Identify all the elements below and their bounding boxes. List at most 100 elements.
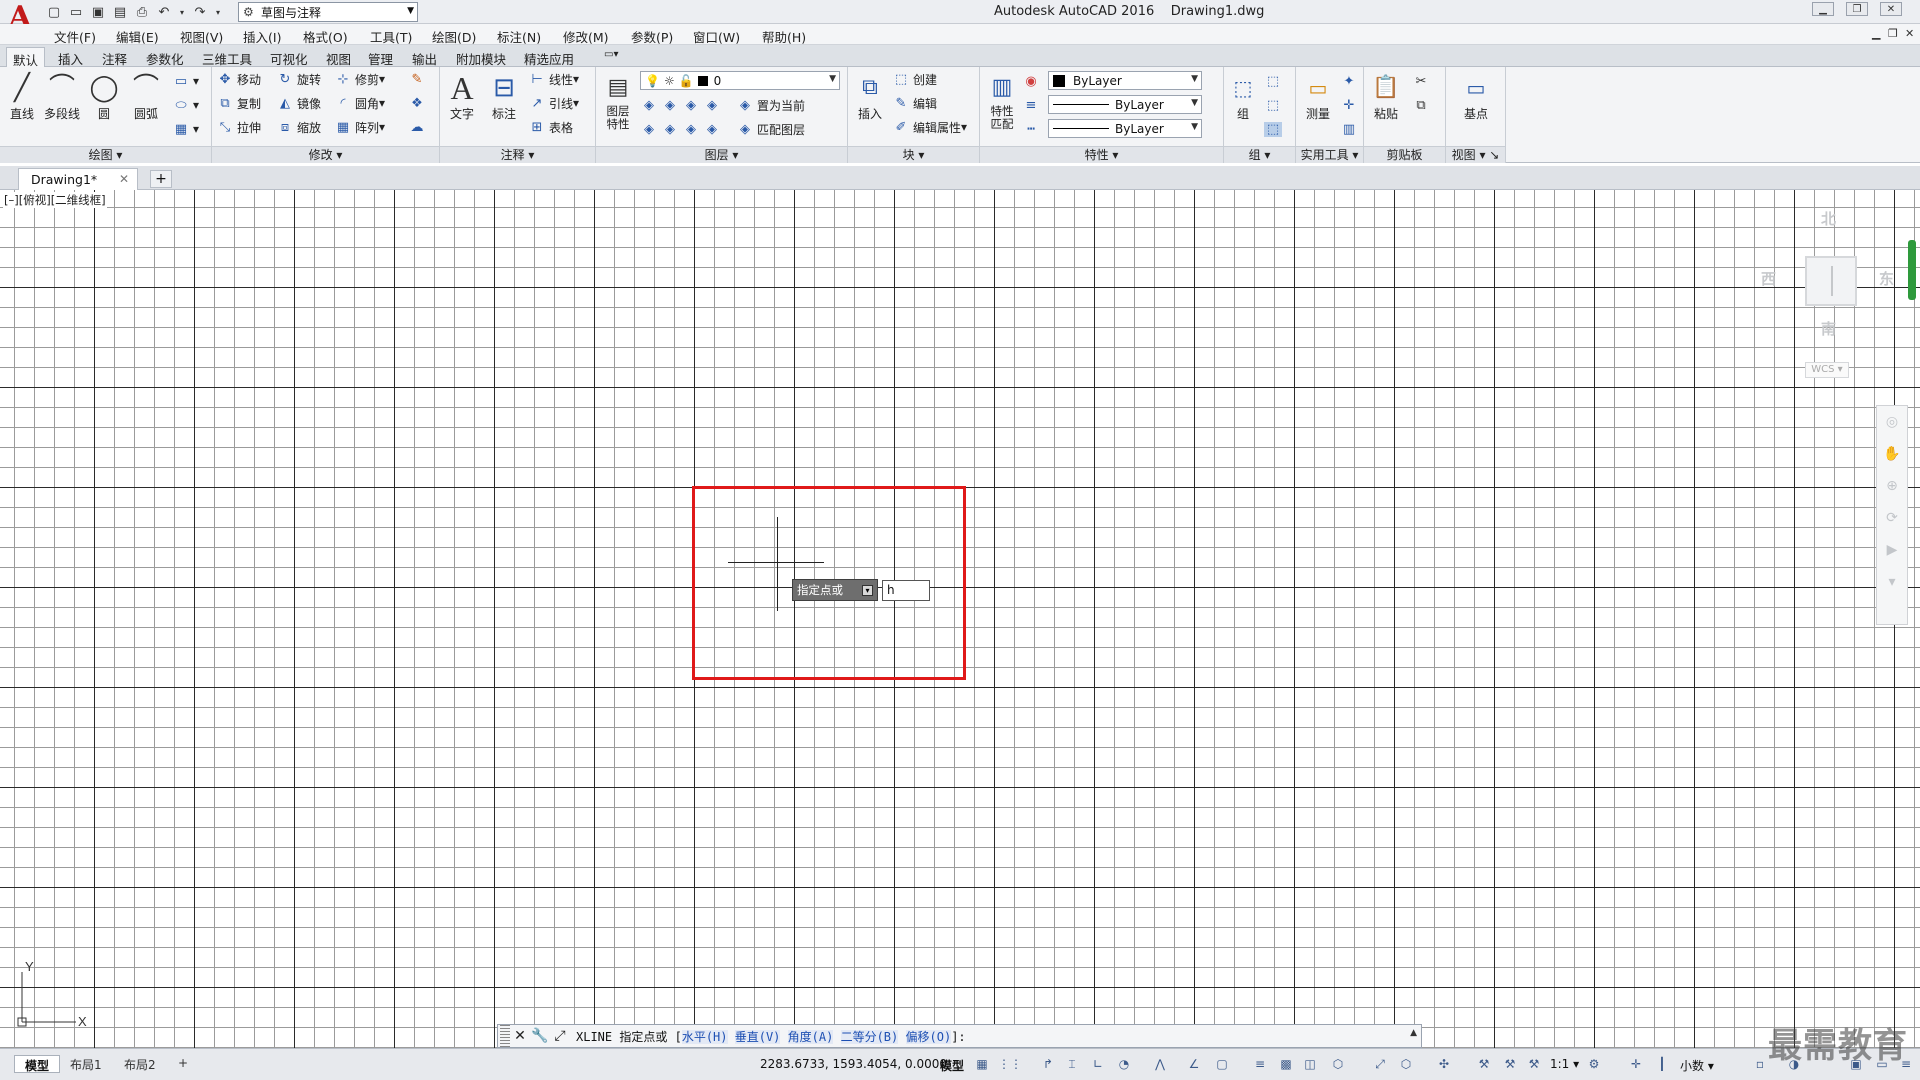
tab-parametric[interactable]: 参数化 [140, 47, 190, 67]
erase-button[interactable]: ✎ [408, 69, 429, 89]
layer-freeze-icon[interactable]: ◈ [682, 98, 700, 113]
annotation-scale-icon[interactable]: ⚒ [1526, 1056, 1542, 1072]
base-view-button[interactable]: ▭ 基点 [1456, 71, 1496, 122]
polar-icon[interactable]: ◔ [1116, 1056, 1132, 1072]
ortho-icon[interactable]: ∟ [1090, 1056, 1106, 1072]
offset-button[interactable]: ☁ [408, 117, 429, 137]
vertical-scrollbar-thumb[interactable] [1908, 240, 1916, 300]
color-dropdown[interactable]: ByLayer ▼ [1048, 71, 1202, 90]
viewcube-north[interactable]: 北 [1821, 208, 1836, 229]
dimension-button[interactable]: ⊟ 标注 [484, 71, 524, 122]
tab-annotate[interactable]: 注释 [96, 47, 133, 67]
gizmo-icon[interactable]: ✣ [1436, 1056, 1452, 1072]
steering-wheel-icon[interactable]: ◎ [1877, 406, 1907, 438]
panel-title-annotation[interactable]: 注释 ▾ [440, 146, 595, 163]
menu-modify[interactable]: 修改(M) [563, 27, 609, 46]
command-line-grip[interactable] [500, 1025, 510, 1047]
menu-edit[interactable]: 编辑(E) [116, 27, 159, 46]
tab-visualize[interactable]: 可视化 [264, 47, 314, 67]
panel-title-utilities[interactable]: 实用工具 ▾ [1296, 146, 1363, 163]
stretch-button[interactable]: ⤡ 拉伸 [216, 117, 261, 137]
panel-title-properties[interactable]: 特性 ▾ [980, 146, 1223, 163]
undo-icon[interactable]: ↶ [156, 4, 172, 20]
tab-layout1[interactable]: 布局1 [60, 1055, 112, 1073]
insert-block-button[interactable]: ⧉ 插入 [850, 71, 890, 122]
linear-dimension-button[interactable]: ⊢ 线性 ▾ [528, 69, 579, 89]
object-snap-tracking-icon[interactable]: ∠ [1186, 1056, 1202, 1072]
array-button[interactable]: ▦ 阵列 ▾ [334, 117, 385, 137]
viewport-controls[interactable]: [–][俯视][二维线框] [3, 192, 107, 208]
viewcube-top-face[interactable] [1805, 256, 1857, 306]
ellipse-button[interactable]: ⬭ ▾ [172, 95, 199, 115]
tab-home[interactable]: 默认 [6, 47, 46, 68]
mirror-button[interactable]: ◭ 镜像 [276, 93, 321, 113]
units-select[interactable]: 小数 ▾ [1680, 1057, 1714, 1074]
lineweight-display-icon[interactable]: ≡ [1252, 1056, 1268, 1072]
orbit-icon[interactable]: ⟳ [1877, 502, 1907, 534]
doc-close-button[interactable]: ✕ [1905, 27, 1914, 40]
linetype-dropdown[interactable]: ByLayer ▼ [1048, 119, 1202, 138]
undo-dropdown-icon[interactable]: ▾ [178, 4, 186, 20]
option-offset[interactable]: 偏移(O) [905, 1029, 952, 1044]
new-tab-button[interactable]: + [150, 170, 172, 188]
calculator-button[interactable]: ▥ [1340, 119, 1361, 139]
object-snap-icon[interactable]: ▢ [1214, 1056, 1230, 1072]
viewcube-south[interactable]: 南 [1821, 318, 1836, 339]
dynamic-input-field[interactable]: h [882, 580, 930, 601]
layer-dropdown[interactable]: 💡 ☼ 🔓 0 ▼ [640, 71, 840, 90]
layer-properties-button[interactable]: ▤ 图层 特性 [598, 71, 638, 131]
showmotion-icon[interactable]: ▶ [1877, 534, 1907, 566]
menu-file[interactable]: 文件(F) [54, 27, 96, 46]
units-icon[interactable]: ┃ [1654, 1056, 1670, 1072]
copy-clip-button[interactable]: ⧉ [1412, 95, 1433, 115]
panel-title-modify[interactable]: 修改 ▾ [212, 146, 439, 163]
workspace-select[interactable]: ⚙ 草图与注释 ▼ [238, 2, 418, 22]
save-icon[interactable]: ▣ [90, 4, 106, 20]
layer-walk-icon[interactable]: ◈ [703, 122, 721, 137]
tab-layout2[interactable]: 布局2 [114, 1055, 166, 1073]
panel-title-groups[interactable]: 组 ▾ [1224, 146, 1295, 163]
menu-help[interactable]: 帮助(H) [762, 27, 806, 46]
fillet-button[interactable]: ◜ 圆角 ▾ [334, 93, 385, 113]
linetype-icon-button[interactable]: ┅ [1022, 119, 1043, 139]
dynamic-ucs-icon[interactable]: ⤢ [1372, 1056, 1388, 1072]
text-button[interactable]: A 文字 [442, 71, 482, 122]
match-properties-button[interactable]: ▥ 特性 匹配 [982, 71, 1022, 131]
minimize-button[interactable]: ▁ [1812, 2, 1834, 16]
lineweight-icon-button[interactable]: ≡ [1022, 95, 1043, 115]
option-vertical[interactable]: 垂直(V) [734, 1029, 781, 1044]
viewcube-east[interactable]: 东 [1879, 268, 1894, 289]
redo-icon[interactable]: ↷ [192, 4, 208, 20]
cut-button[interactable]: ✂ [1412, 71, 1433, 91]
copy-button[interactable]: ⧉ 复制 [216, 93, 261, 113]
grid-icon[interactable]: ▦ [974, 1056, 990, 1072]
zoom-icon[interactable]: ⊕ [1877, 470, 1907, 502]
wrench-icon[interactable]: 🔧 [530, 1025, 550, 1047]
scale-button[interactable]: ⧈ 缩放 [276, 117, 321, 137]
tab-3d-tools[interactable]: 三维工具 [196, 47, 258, 67]
layer-isolate-icon[interactable]: ◈ [661, 98, 679, 113]
annotation-scale[interactable]: 1:1 ▾ [1550, 1057, 1579, 1071]
open-file-icon[interactable]: ▭ [68, 4, 84, 20]
quick-properties-icon[interactable]: ▫ [1752, 1056, 1768, 1072]
annotation-monitor-icon[interactable]: ✛ [1628, 1056, 1644, 1072]
panel-title-draw[interactable]: 绘图 ▾ [0, 146, 211, 163]
tab-view[interactable]: 视图 [320, 47, 357, 67]
tab-model[interactable]: 模型 [14, 1055, 61, 1073]
redo-dropdown-icon[interactable]: ▾ [214, 4, 222, 20]
print-icon[interactable]: ⎙ [134, 4, 150, 20]
new-file-icon[interactable]: ▢ [46, 4, 62, 20]
model-space-toggle[interactable]: 模型 [940, 1057, 964, 1074]
save-as-icon[interactable]: ▤ [112, 4, 128, 20]
menu-insert[interactable]: 插入(I) [243, 27, 281, 46]
panel-title-block[interactable]: 块 ▾ [848, 146, 979, 163]
menu-draw[interactable]: 绘图(D) [432, 27, 476, 46]
infer-constraints-icon[interactable]: ↱ [1040, 1056, 1056, 1072]
hatch-button[interactable]: ▦ ▾ [172, 119, 199, 139]
point-id-button[interactable]: ✛ [1340, 95, 1361, 115]
panel-title-layers[interactable]: 图层 ▾ [596, 146, 847, 163]
pan-icon[interactable]: ✋ [1877, 438, 1907, 470]
close-tab-icon[interactable]: ✕ [119, 172, 129, 186]
option-horizontal[interactable]: 水平(H) [681, 1029, 728, 1044]
viewcube[interactable]: 北 西 东 南 WCS ▾ [1755, 208, 1895, 378]
